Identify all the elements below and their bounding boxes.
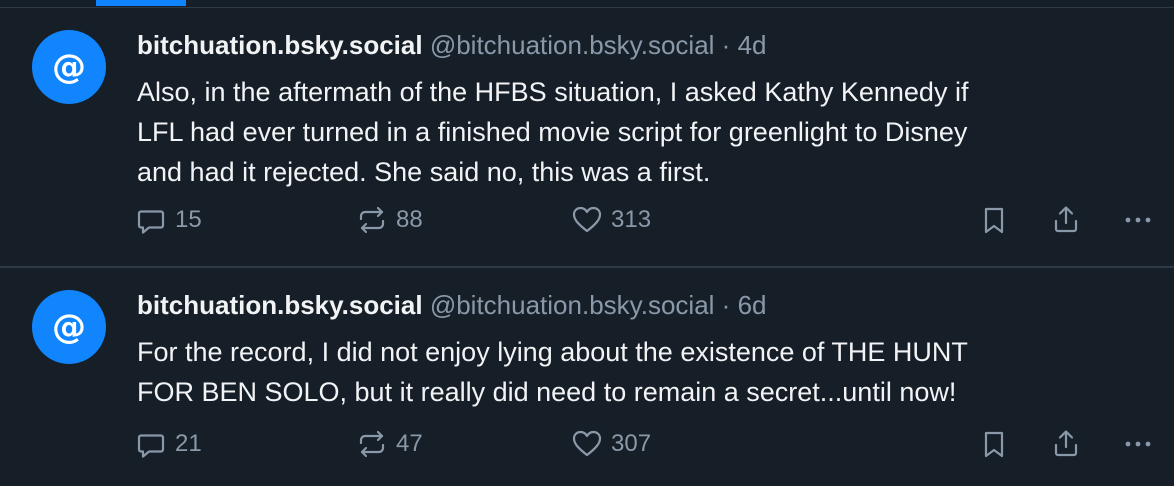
reply-button[interactable]: 21	[135, 424, 202, 464]
reply-icon	[137, 434, 165, 458]
bookmark-button[interactable]	[978, 200, 1010, 240]
heart-icon	[572, 206, 602, 233]
repost-button[interactable]: 88	[356, 200, 423, 240]
repost-icon	[359, 430, 385, 458]
handle[interactable]: @bitchuation.bsky.social	[430, 30, 715, 60]
like-button[interactable]: 307	[571, 424, 651, 464]
post-header: bitchuation.bsky.social @bitchuation.bsk…	[137, 28, 767, 62]
avatar[interactable]: @	[32, 30, 106, 104]
more-icon	[1125, 441, 1151, 447]
separator-dot: ·	[721, 290, 731, 320]
post-time[interactable]: 6d	[738, 290, 767, 320]
more-options-button[interactable]	[1122, 200, 1154, 240]
handle[interactable]: @bitchuation.bsky.social	[430, 290, 715, 320]
post-text: For the record, I did not enjoy lying ab…	[137, 337, 968, 407]
post-text: Also, in the aftermath of the HFBS situa…	[137, 77, 969, 187]
share-icon	[1054, 206, 1078, 233]
repost-count: 88	[396, 206, 423, 233]
display-name[interactable]: bitchuation.bsky.social	[137, 290, 423, 320]
post[interactable]: @ bitchuation.bsky.social @bitchuation.b…	[0, 8, 1174, 266]
repost-icon	[359, 206, 385, 234]
bookmark-icon	[984, 431, 1004, 458]
reply-button[interactable]: 15	[135, 200, 202, 240]
repost-count: 47	[396, 430, 423, 457]
reply-count: 21	[175, 430, 202, 457]
active-tab-indicator	[96, 0, 186, 6]
bookmark-icon	[984, 207, 1004, 234]
share-icon	[1054, 430, 1078, 457]
post-actions: 21 47 307	[0, 424, 1174, 464]
like-count: 313	[611, 206, 652, 233]
like-button[interactable]: 313	[571, 200, 651, 240]
heart-icon	[572, 430, 602, 457]
more-icon	[1125, 217, 1151, 223]
post[interactable]: @ bitchuation.bsky.social @bitchuation.b…	[0, 268, 1174, 486]
like-count: 307	[611, 430, 652, 457]
bookmark-button[interactable]	[978, 424, 1010, 464]
reply-count: 15	[175, 206, 202, 233]
post-time[interactable]: 4d	[738, 30, 767, 60]
share-button[interactable]	[1050, 424, 1082, 464]
more-options-button[interactable]	[1122, 424, 1154, 464]
avatar[interactable]: @	[32, 290, 106, 364]
post-header: bitchuation.bsky.social @bitchuation.bsk…	[137, 288, 767, 322]
reply-icon	[137, 210, 165, 234]
post-actions: 15 88 313	[0, 200, 1174, 240]
share-button[interactable]	[1050, 200, 1082, 240]
repost-button[interactable]: 47	[356, 424, 423, 464]
display-name[interactable]: bitchuation.bsky.social	[137, 30, 423, 60]
separator-dot: ·	[721, 30, 731, 60]
